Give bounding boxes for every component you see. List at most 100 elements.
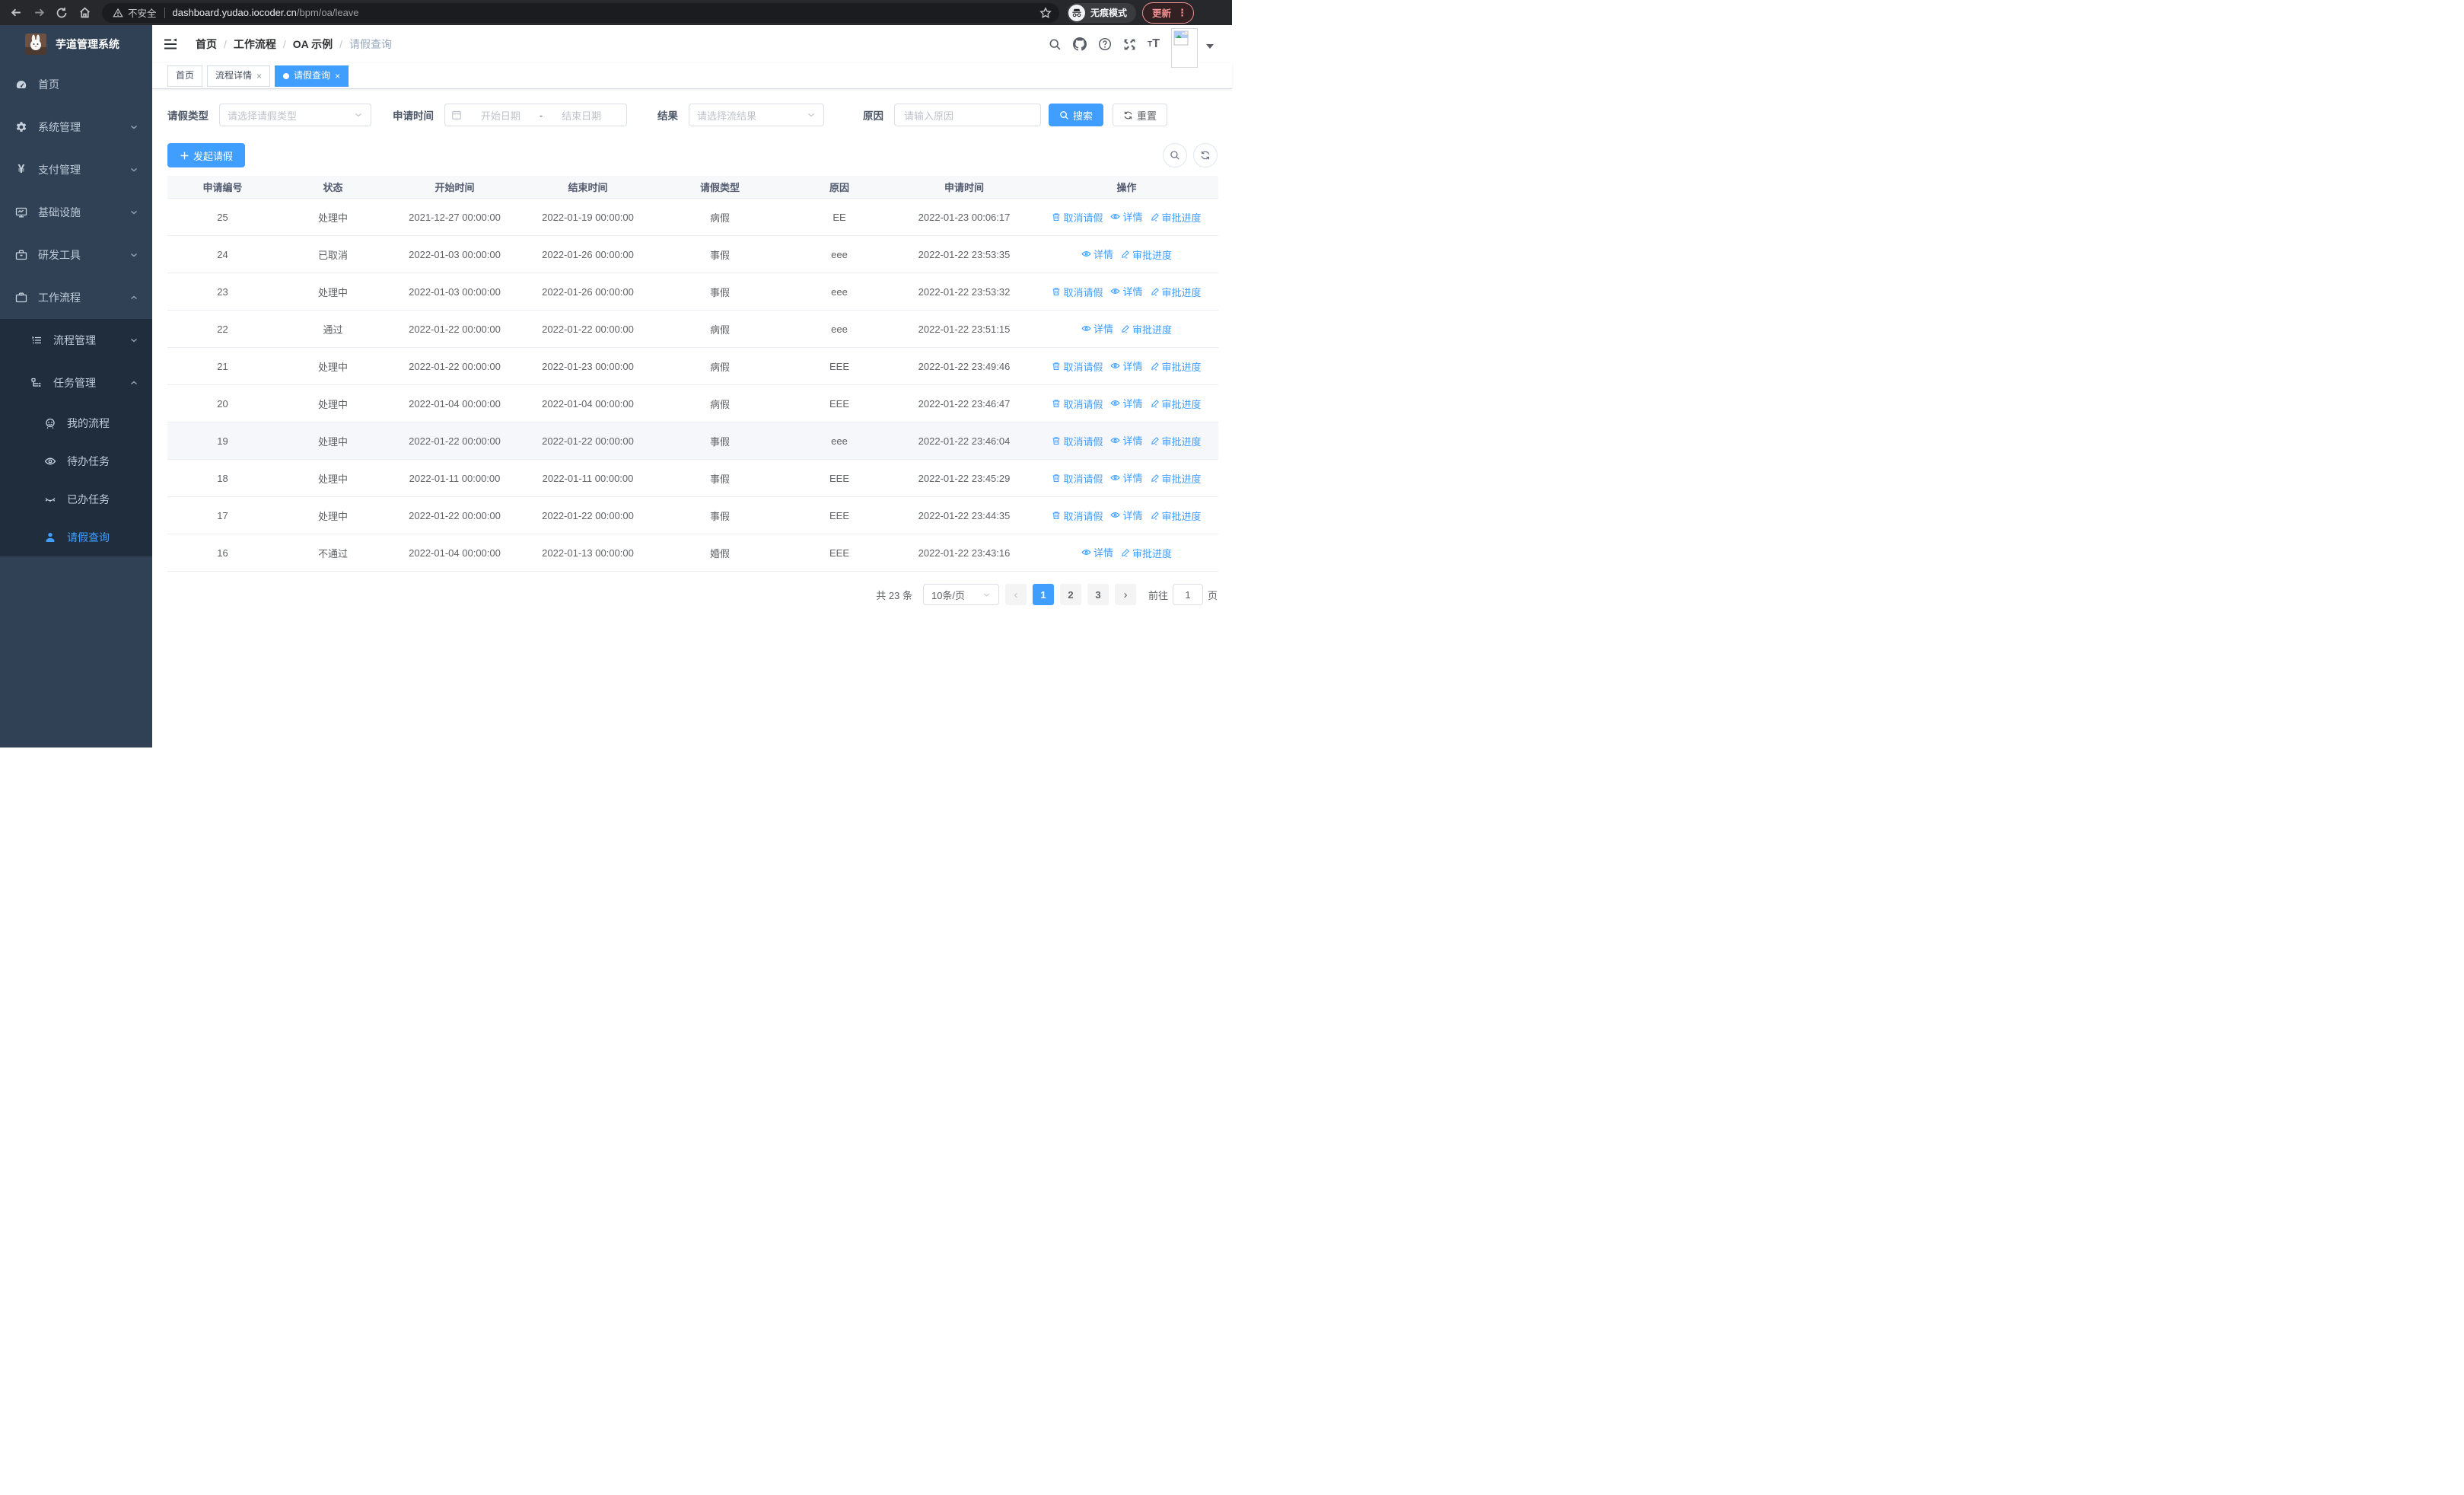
- cell-applied: 2022-01-22 23:46:04: [893, 422, 1035, 460]
- action-progress-link[interactable]: 审批进度: [1121, 322, 1172, 336]
- action-cancel-link[interactable]: 取消请假: [1052, 397, 1103, 411]
- action-progress-link[interactable]: 审批进度: [1151, 210, 1202, 225]
- tab-leave-query[interactable]: 请假查询 ×: [275, 65, 349, 87]
- reason-input[interactable]: 请输入原因: [894, 104, 1041, 126]
- breadcrumb-oa-example[interactable]: OA 示例: [293, 37, 333, 52]
- sidebar-item-workflow[interactable]: 工作流程: [0, 276, 152, 319]
- github-icon[interactable]: [1073, 37, 1087, 51]
- action-cancel-link[interactable]: 取消请假: [1052, 508, 1103, 523]
- page-button-2[interactable]: 2: [1059, 584, 1081, 605]
- sidebar-item-payment[interactable]: ¥ 支付管理: [0, 148, 152, 191]
- search-icon[interactable]: [1049, 38, 1062, 51]
- action-progress-link[interactable]: 审批进度: [1121, 247, 1172, 262]
- sidebar-item-infrastructure[interactable]: 基础设施: [0, 191, 152, 234]
- refresh-table-icon[interactable]: [1193, 143, 1218, 167]
- browser-home-icon[interactable]: [73, 3, 96, 23]
- toggle-search-icon[interactable]: [1163, 143, 1187, 167]
- browser-update-button[interactable]: 更新 ⋮: [1142, 2, 1195, 24]
- browser-back-icon[interactable]: [5, 3, 27, 23]
- security-chip[interactable]: 不安全: [113, 5, 157, 20]
- sidebar-item-process-management[interactable]: 流程管理: [0, 319, 152, 362]
- action-cancel-link[interactable]: 取消请假: [1052, 285, 1103, 299]
- sidebar-item-label: 我的流程: [67, 417, 110, 429]
- briefcase-icon: [15, 292, 27, 304]
- goto-suffix: 页: [1207, 589, 1218, 601]
- bookmark-star-icon[interactable]: [1039, 6, 1052, 19]
- page-button-3[interactable]: 3: [1087, 584, 1109, 605]
- fullscreen-icon[interactable]: [1123, 38, 1136, 51]
- cell-id: 20: [167, 384, 278, 422]
- tab-process-detail[interactable]: 流程详情 ×: [207, 65, 271, 87]
- result-select[interactable]: 请选择流结果: [689, 104, 824, 126]
- sidebar-item-label: 首页: [38, 78, 59, 91]
- sidebar-item-label: 工作流程: [38, 292, 81, 304]
- sidebar-item-home[interactable]: 首页: [0, 63, 152, 106]
- table-row: 19 处理中 2022-01-22 00:00:00 2022-01-22 00:00…: [167, 422, 1218, 460]
- eye-open-icon: [44, 455, 56, 467]
- cell-status: 处理中: [278, 384, 388, 422]
- kebab-menu-icon[interactable]: ⋮: [1177, 8, 1187, 18]
- next-page-button[interactable]: ›: [1114, 584, 1136, 605]
- action-detail-link[interactable]: 详情: [1081, 545, 1113, 559]
- action-detail-link[interactable]: 详情: [1110, 359, 1143, 373]
- apply-time-range-input[interactable]: 开始日期 - 结束日期: [444, 104, 627, 126]
- action-progress-link[interactable]: 审批进度: [1151, 508, 1202, 523]
- tab-home[interactable]: 首页: [167, 65, 203, 87]
- action-progress-link[interactable]: 审批进度: [1151, 285, 1202, 299]
- sidebar-collapse-icon[interactable]: [162, 36, 179, 53]
- address-bar[interactable]: 不安全 dashboard.yudao.iocoder.cn/bpm/oa/le…: [102, 2, 1059, 23]
- page-button-1[interactable]: 1: [1032, 584, 1054, 605]
- action-progress-link[interactable]: 审批进度: [1151, 471, 1202, 486]
- sidebar-item-done-tasks[interactable]: 已办任务: [0, 480, 152, 518]
- action-detail-link[interactable]: 详情: [1081, 321, 1113, 336]
- sidebar-item-devtools[interactable]: 研发工具: [0, 234, 152, 276]
- browser-reload-icon[interactable]: [50, 3, 73, 23]
- reset-button[interactable]: 重置: [1113, 104, 1167, 126]
- leave-type-select[interactable]: 请选择请假类型: [219, 104, 371, 126]
- app-logo: [25, 33, 46, 55]
- table-row: 17 处理中 2022-01-22 00:00:00 2022-01-22 00:00…: [167, 496, 1218, 534]
- sidebar-item-my-process[interactable]: 我的流程: [0, 404, 152, 442]
- font-size-icon[interactable]: TT: [1148, 37, 1160, 51]
- create-leave-button[interactable]: 发起请假: [167, 143, 246, 167]
- action-detail-link[interactable]: 详情: [1110, 470, 1143, 485]
- action-cancel-link[interactable]: 取消请假: [1052, 434, 1103, 448]
- avatar[interactable]: [1171, 28, 1198, 68]
- action-progress-link[interactable]: 审批进度: [1151, 434, 1202, 448]
- sidebar-item-task-management[interactable]: 任务管理: [0, 362, 152, 404]
- cell-actions: 详情 审批进度: [1035, 534, 1218, 572]
- avatar-caret-icon[interactable]: [1206, 44, 1214, 49]
- plus-icon: [180, 151, 189, 159]
- reset-button-label: 重置: [1136, 110, 1157, 122]
- edit-icon: [1151, 512, 1159, 520]
- breadcrumb-workflow[interactable]: 工作流程: [234, 37, 276, 52]
- close-icon[interactable]: ×: [256, 72, 262, 81]
- help-icon[interactable]: [1098, 37, 1112, 51]
- action-detail-link[interactable]: 详情: [1110, 433, 1143, 448]
- action-progress-link[interactable]: 审批进度: [1121, 546, 1172, 560]
- action-cancel-link[interactable]: 取消请假: [1052, 359, 1103, 374]
- action-progress-link[interactable]: 审批进度: [1151, 359, 1202, 374]
- action-detail-link[interactable]: 详情: [1110, 396, 1143, 410]
- app-logo-row[interactable]: 芋道管理系统: [0, 25, 152, 63]
- sidebar-item-leave-query[interactable]: 请假查询: [0, 518, 152, 556]
- action-cancel-link[interactable]: 取消请假: [1052, 471, 1103, 486]
- cell-status: 处理中: [278, 198, 388, 236]
- browser-forward-icon[interactable]: [27, 3, 50, 23]
- search-button[interactable]: 搜索: [1049, 104, 1103, 126]
- goto-page-input[interactable]: 1: [1172, 584, 1203, 605]
- close-icon[interactable]: ×: [335, 72, 340, 81]
- action-detail-link[interactable]: 详情: [1110, 209, 1143, 224]
- prev-page-button[interactable]: ‹: [1004, 584, 1027, 605]
- action-detail-link[interactable]: 详情: [1110, 508, 1143, 522]
- cell-type: 病假: [654, 347, 785, 385]
- action-detail-link[interactable]: 详情: [1110, 284, 1143, 298]
- sidebar-item-system[interactable]: 系统管理: [0, 106, 152, 148]
- breadcrumb-home[interactable]: 首页: [196, 37, 217, 52]
- sidebar-item-todo-tasks[interactable]: 待办任务: [0, 442, 152, 480]
- cell-type: 病假: [654, 384, 785, 422]
- action-cancel-link[interactable]: 取消请假: [1052, 210, 1103, 225]
- page-size-select[interactable]: 10条/页: [922, 584, 999, 605]
- action-progress-link[interactable]: 审批进度: [1151, 397, 1202, 411]
- action-detail-link[interactable]: 详情: [1081, 247, 1113, 261]
